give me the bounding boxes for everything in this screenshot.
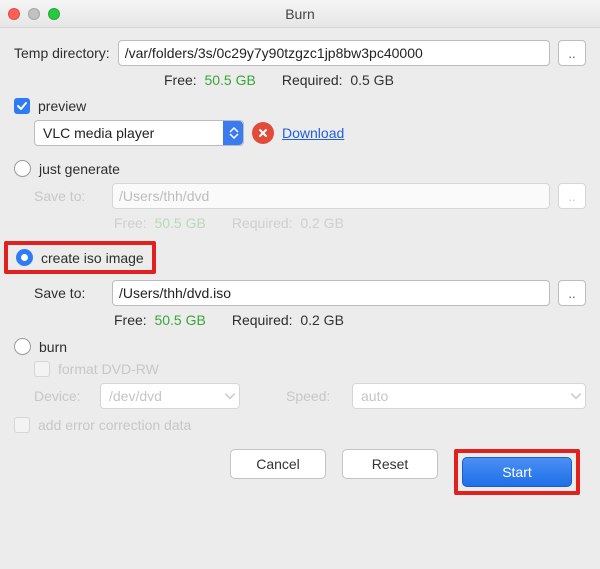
burn-speed-select: auto	[352, 383, 586, 409]
ecc-checkbox	[14, 417, 30, 433]
temp-required-value: 0.5 GB	[350, 72, 394, 88]
create-iso-saveto-label: Save to:	[34, 285, 104, 301]
ci-free-value: 50.5 GB	[154, 312, 205, 328]
just-generate-info: Free: 50.5 GB Required: 0.2 GB	[114, 215, 586, 231]
burn-label: burn	[39, 339, 67, 355]
create-iso-info: Free: 50.5 GB Required: 0.2 GB	[114, 312, 586, 328]
temp-directory-row: Temp directory: /var/folders/3s/0c29y7y9…	[14, 40, 586, 66]
dialog-footer: Cancel Reset Start	[14, 449, 586, 495]
just-generate-path-field: /Users/thh/dvd	[112, 183, 550, 209]
create-iso-radio[interactable]	[16, 249, 33, 266]
ecc-label: add error correction data	[38, 417, 191, 433]
preview-row: preview	[14, 98, 586, 114]
just-generate-saveto-row: Save to: /Users/thh/dvd ..	[34, 183, 586, 209]
burn-speed-label: Speed:	[286, 388, 344, 404]
temp-directory-field[interactable]: /var/folders/3s/0c29y7y90tzgzc1jp8bw3pc4…	[118, 40, 550, 66]
format-dvd-checkbox	[34, 361, 50, 377]
temp-required-label: Required:	[282, 72, 343, 88]
burn-device-value: /dev/dvd	[109, 388, 162, 404]
preview-player-select[interactable]: VLC media player	[34, 120, 244, 146]
ci-free-label: Free:	[114, 312, 147, 328]
jg-required-label: Required:	[232, 215, 293, 231]
create-iso-saveto-row: Save to: /Users/thh/dvd.iso ..	[34, 280, 586, 306]
chevron-down-icon	[219, 384, 239, 408]
just-generate-saveto-label: Save to:	[34, 188, 104, 204]
burn-device-select: /dev/dvd	[100, 383, 240, 409]
start-highlight: Start	[454, 449, 580, 495]
burn-radio[interactable]	[14, 338, 31, 355]
cancel-icon[interactable]	[252, 122, 274, 144]
titlebar: Burn	[0, 0, 600, 28]
just-generate-browse-button: ..	[558, 183, 586, 209]
temp-directory-info: Free: 50.5 GB Required: 0.5 GB	[164, 72, 586, 88]
temp-free-value: 50.5 GB	[204, 72, 255, 88]
jg-free-label: Free:	[114, 215, 147, 231]
cancel-button[interactable]: Cancel	[230, 449, 326, 479]
create-iso-path-field[interactable]: /Users/thh/dvd.iso	[112, 280, 550, 306]
preview-checkbox[interactable]	[14, 98, 30, 114]
ci-required-label: Required:	[232, 312, 293, 328]
ci-required-value: 0.2 GB	[300, 312, 344, 328]
chevron-down-icon	[565, 384, 585, 408]
format-dvd-row: format DVD-RW	[34, 361, 586, 377]
download-link[interactable]: Download	[282, 125, 344, 141]
create-iso-browse-button[interactable]: ..	[558, 280, 586, 306]
preview-player-value: VLC media player	[43, 125, 154, 141]
temp-free-label: Free:	[164, 72, 197, 88]
just-generate-row: just generate	[14, 160, 586, 177]
reset-button[interactable]: Reset	[342, 449, 438, 479]
updown-arrows-icon	[223, 121, 243, 145]
burn-row: burn	[14, 338, 586, 355]
burn-speed-value: auto	[361, 388, 388, 404]
burn-device-label: Device:	[34, 388, 92, 404]
window-title: Burn	[0, 6, 600, 22]
preview-label: preview	[38, 98, 86, 114]
just-generate-label: just generate	[39, 161, 120, 177]
ecc-row: add error correction data	[14, 417, 586, 433]
burn-device-row: Device: /dev/dvd Speed: auto	[34, 383, 586, 409]
jg-free-value: 50.5 GB	[154, 215, 205, 231]
create-iso-label: create iso image	[41, 250, 144, 266]
jg-required-value: 0.2 GB	[300, 215, 344, 231]
preview-player-row: VLC media player Download	[34, 120, 586, 146]
temp-directory-label: Temp directory:	[14, 45, 110, 61]
start-button[interactable]: Start	[462, 457, 572, 487]
temp-directory-browse-button[interactable]: ..	[558, 40, 586, 66]
just-generate-radio[interactable]	[14, 160, 31, 177]
create-iso-highlight: create iso image	[4, 241, 156, 274]
format-dvd-label: format DVD-RW	[58, 361, 159, 377]
